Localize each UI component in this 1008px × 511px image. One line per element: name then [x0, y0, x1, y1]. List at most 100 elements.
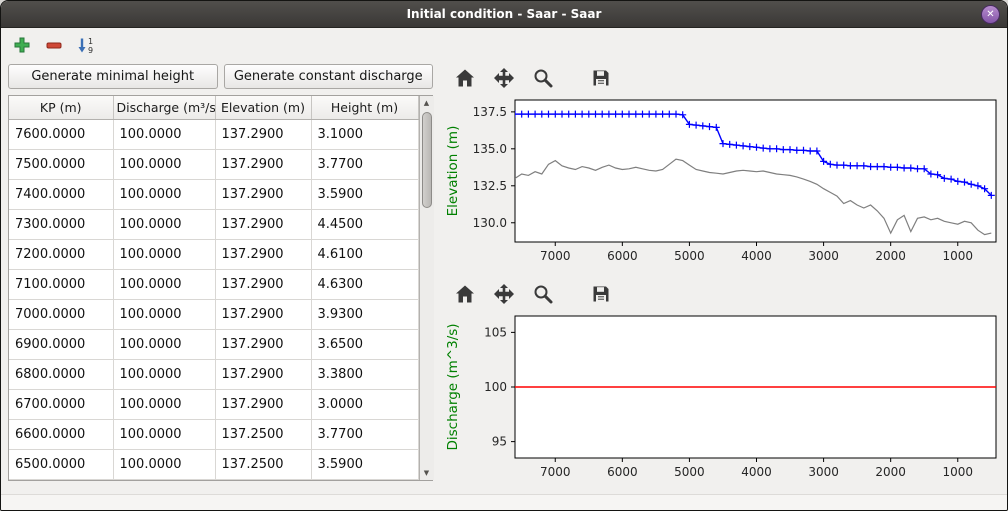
table-cell[interactable]: 100.0000 [113, 329, 215, 359]
pan-button[interactable] [492, 66, 516, 90]
sort-numeric-icon: 1 9 [76, 35, 96, 55]
table-cell[interactable]: 137.2900 [215, 269, 311, 299]
table-cell[interactable]: 137.2900 [215, 239, 311, 269]
table-row[interactable]: 7100.0000100.0000137.29004.6300 [9, 269, 418, 299]
table-cell[interactable]: 6500.0000 [9, 449, 113, 479]
table-body: 7600.0000100.0000137.29003.10007500.0000… [9, 119, 418, 480]
table-cell[interactable]: 100.0000 [113, 359, 215, 389]
window-title: Initial condition - Saar - Saar [407, 7, 602, 21]
remove-row-button[interactable] [41, 32, 67, 58]
table-row[interactable]: 6700.0000100.0000137.29003.0000 [9, 389, 418, 419]
table-cell[interactable]: 137.2900 [215, 329, 311, 359]
table-cell[interactable]: 7500.0000 [9, 149, 113, 179]
table-row[interactable]: 7500.0000100.0000137.29003.7700 [9, 149, 418, 179]
svg-text:7000: 7000 [540, 249, 571, 263]
table-cell[interactable]: 100.0000 [113, 389, 215, 419]
table-cell[interactable]: 7100.0000 [9, 269, 113, 299]
scroll-down-icon[interactable]: ▼ [420, 466, 434, 480]
table-cell[interactable]: 137.2500 [215, 449, 311, 479]
close-button[interactable]: ✕ [981, 5, 1000, 24]
table-cell[interactable]: 100.0000 [113, 419, 215, 449]
home-button[interactable] [453, 282, 477, 306]
save-button[interactable] [589, 66, 613, 90]
table-cell[interactable]: 4.4500 [311, 209, 418, 239]
table-row[interactable]: 7400.0000100.0000137.29003.5900 [9, 179, 418, 209]
table-cell[interactable]: 100.0000 [113, 299, 215, 329]
table-row[interactable]: 7200.0000100.0000137.29004.6100 [9, 239, 418, 269]
table-cell[interactable]: 3.5900 [311, 179, 418, 209]
column-header-height[interactable]: Height (m) [311, 96, 418, 119]
table-cell[interactable]: 137.2900 [215, 389, 311, 419]
table-cell[interactable]: 137.2900 [215, 209, 311, 239]
table-cell[interactable]: 3.7700 [311, 419, 418, 449]
svg-text:5000: 5000 [674, 465, 705, 479]
table-cell[interactable]: 3.5900 [311, 449, 418, 479]
table-row[interactable]: 6900.0000100.0000137.29003.6500 [9, 329, 418, 359]
svg-text:3000: 3000 [808, 465, 839, 479]
table-cell[interactable]: 7400.0000 [9, 179, 113, 209]
table-cell[interactable]: 6800.0000 [9, 359, 113, 389]
home-button[interactable] [453, 66, 477, 90]
table-scrollbar[interactable]: ▲ ▼ [419, 96, 434, 480]
svg-text:1000: 1000 [942, 249, 973, 263]
table-cell[interactable]: 7200.0000 [9, 239, 113, 269]
table-cell[interactable]: 137.2500 [215, 419, 311, 449]
table-cell[interactable]: 100.0000 [113, 449, 215, 479]
scrollbar-thumb[interactable] [422, 112, 432, 208]
svg-text:3000: 3000 [808, 249, 839, 263]
table-cell[interactable]: 4.6300 [311, 269, 418, 299]
table-cell[interactable]: 7000.0000 [9, 299, 113, 329]
column-header-kp[interactable]: KP (m) [9, 96, 113, 119]
pan-button[interactable] [492, 282, 516, 306]
table-cell[interactable]: 137.2900 [215, 179, 311, 209]
table-cell[interactable]: 100.0000 [113, 239, 215, 269]
table-cell[interactable]: 6700.0000 [9, 389, 113, 419]
table-cell[interactable]: 137.2900 [215, 299, 311, 329]
sort-rows-button[interactable]: 1 9 [73, 32, 99, 58]
generate-constant-discharge-button[interactable]: Generate constant discharge [224, 64, 434, 89]
table-row[interactable]: 6500.0000100.0000137.25003.5900 [9, 449, 418, 479]
table-cell[interactable]: 100.0000 [113, 209, 215, 239]
add-row-button[interactable] [9, 32, 35, 58]
scrollbar-track[interactable] [420, 110, 434, 466]
column-header-discharge[interactable]: Discharge (m³/s) [113, 96, 215, 119]
column-header-elevation[interactable]: Elevation (m) [215, 96, 311, 119]
table-cell[interactable]: 3.3800 [311, 359, 418, 389]
table-cell[interactable]: 7300.0000 [9, 209, 113, 239]
table-cell[interactable]: 3.0000 [311, 389, 418, 419]
svg-text:Discharge (m^3/s): Discharge (m^3/s) [445, 323, 461, 450]
table-cell[interactable]: 100.0000 [113, 149, 215, 179]
table-cell[interactable]: 7600.0000 [9, 119, 113, 149]
table-row[interactable]: 6600.0000100.0000137.25003.7700 [9, 419, 418, 449]
zoom-icon [532, 283, 554, 305]
scroll-up-icon[interactable]: ▲ [420, 96, 434, 110]
table-cell[interactable]: 137.2900 [215, 149, 311, 179]
title-bar[interactable]: Initial condition - Saar - Saar ✕ [1, 1, 1007, 28]
svg-text:9: 9 [88, 46, 93, 55]
elevation-chart[interactable]: 7000600050004000300020001000137.5135.013… [441, 94, 1003, 278]
table-cell[interactable]: 137.2900 [215, 119, 311, 149]
table-cell[interactable]: 6900.0000 [9, 329, 113, 359]
generate-minimal-height-button[interactable]: Generate minimal height [8, 64, 218, 89]
table-cell[interactable]: 3.1000 [311, 119, 418, 149]
table-row[interactable]: 7600.0000100.0000137.29003.1000 [9, 119, 418, 149]
table-cell[interactable]: 3.6500 [311, 329, 418, 359]
table-cell[interactable]: 3.9300 [311, 299, 418, 329]
table-cell[interactable]: 100.0000 [113, 119, 215, 149]
table-row[interactable]: 7000.0000100.0000137.29003.9300 [9, 299, 418, 329]
table-cell[interactable]: 100.0000 [113, 179, 215, 209]
data-table: KP (m) Discharge (m³/s) Elevation (m) He… [9, 96, 419, 480]
table-cell[interactable]: 100.0000 [113, 269, 215, 299]
table-cell[interactable]: 137.2900 [215, 359, 311, 389]
table-cell[interactable]: 3.7700 [311, 149, 418, 179]
table-row[interactable]: 7300.0000100.0000137.29004.4500 [9, 209, 418, 239]
table-row[interactable]: 6800.0000100.0000137.29003.3800 [9, 359, 418, 389]
table-cell[interactable]: 6600.0000 [9, 419, 113, 449]
svg-text:Elevation (m): Elevation (m) [445, 126, 461, 217]
table-cell[interactable]: 4.6100 [311, 239, 418, 269]
elevation-plot-toolbar [441, 62, 1005, 94]
save-button[interactable] [589, 282, 613, 306]
discharge-chart[interactable]: 700060005000400030002000100095100105Disc… [441, 310, 1003, 494]
zoom-button[interactable] [531, 282, 555, 306]
zoom-button[interactable] [531, 66, 555, 90]
